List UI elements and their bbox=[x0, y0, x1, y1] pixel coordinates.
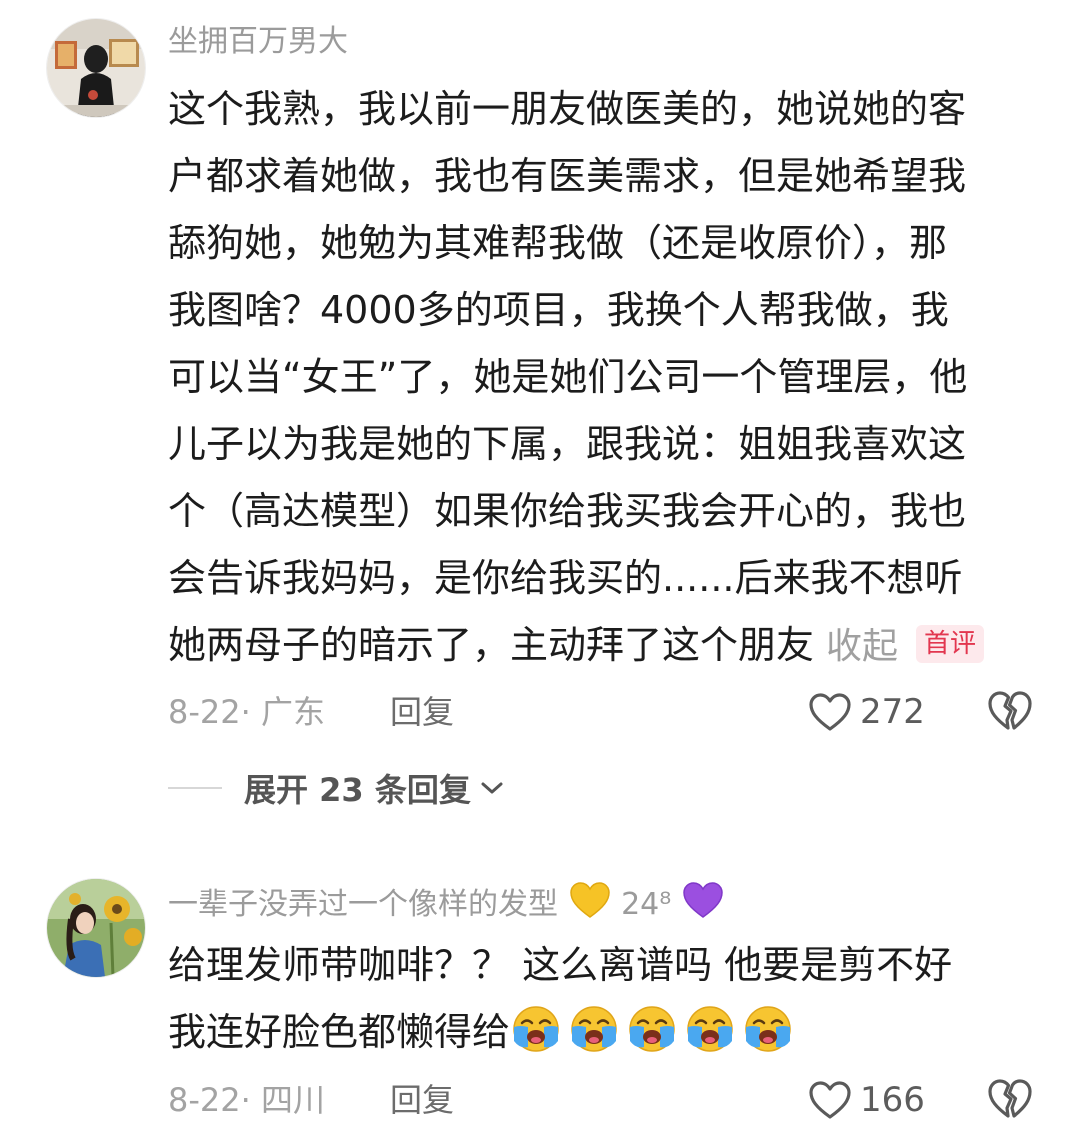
reply-button[interactable]: 回复 bbox=[390, 1076, 454, 1124]
username[interactable]: 一辈子没弄过一个像样的发型 bbox=[168, 887, 558, 922]
avatar[interactable] bbox=[46, 18, 146, 118]
like-button[interactable]: 166 bbox=[808, 1076, 925, 1124]
avatar[interactable] bbox=[46, 878, 146, 978]
comment-text: 这个我熟，我以前一朋友做医美的，她说她的客 户都求着她做，我也有医美需求，但是她… bbox=[168, 76, 1028, 679]
purple-heart-emoji bbox=[683, 882, 723, 918]
comment-line: 她两母子的暗示了，主动拜了这个朋友 bbox=[168, 623, 815, 667]
loudly-crying-face-emoji bbox=[513, 1006, 559, 1052]
loudly-crying-face-emoji bbox=[571, 1006, 617, 1052]
comment-line: 这个我熟，我以前一朋友做医美的，她说她的客 bbox=[168, 87, 967, 131]
username-row: 一辈子没弄过一个像样的发型 24⁸ bbox=[168, 880, 725, 927]
yellow-heart-emoji bbox=[569, 882, 610, 918]
dislike-button[interactable] bbox=[986, 688, 1034, 736]
broken-heart-outline-icon bbox=[988, 1079, 1032, 1118]
comment-line-last: 她两母子的暗示了，主动拜了这个朋友 收起 首评 bbox=[168, 612, 1028, 679]
chevron-down-icon bbox=[481, 782, 503, 794]
comment-text: 给理发师带咖啡？？ 这么离谱吗 他要是剪不好 我连好脸色都懒得给 bbox=[168, 932, 1028, 1066]
comment-item: 坐拥百万男大 这个我熟，我以前一朋友做医美的，她说她的客 户都求着她做，我也有医… bbox=[0, 0, 1080, 830]
comment-line: 户都求着她做，我也有医美需求，但是她希望我 bbox=[168, 154, 967, 198]
heart-outline-icon bbox=[809, 1081, 851, 1119]
username[interactable]: 坐拥百万男大 bbox=[168, 20, 348, 64]
first-comment-badge: 首评 bbox=[916, 625, 985, 663]
comment-meta: 8-22· 四川 bbox=[168, 1081, 325, 1119]
comment-meta: 8-22· 广东 bbox=[168, 693, 325, 731]
comment-line: 可以当“女王”了，她是她们公司一个管理层，他 bbox=[168, 355, 968, 399]
collapse-link[interactable]: 收起 bbox=[826, 626, 898, 667]
comment-line: 会告诉我妈妈，是你给我买的......后来我不想听 bbox=[168, 556, 963, 600]
comment-line: 舔狗她，她勉为其难帮我做（还是收原价），那 bbox=[168, 221, 948, 265]
comment-line: 给理发师带咖啡？？ 这么离谱吗 他要是剪不好 bbox=[168, 943, 953, 987]
divider bbox=[168, 787, 222, 789]
like-count: 272 bbox=[860, 692, 925, 732]
comment-line: 个（高达模型）如果你给我买我会开心的，我也 bbox=[168, 489, 967, 533]
broken-heart-outline-icon bbox=[988, 691, 1032, 730]
loudly-crying-face-emoji bbox=[745, 1006, 791, 1052]
like-button[interactable]: 272 bbox=[808, 688, 925, 736]
emoji-group bbox=[510, 1006, 800, 1054]
loudly-crying-face-emoji bbox=[687, 1006, 733, 1052]
loudly-crying-face-emoji bbox=[629, 1006, 675, 1052]
comment-line: 我连好脸色都懒得给 bbox=[168, 1010, 511, 1054]
user-level: 24⁸ bbox=[621, 887, 672, 922]
expand-replies[interactable]: 展开 23 条回复 bbox=[168, 764, 505, 812]
dislike-button[interactable] bbox=[986, 1076, 1034, 1124]
comment-line-last: 我连好脸色都懒得给 bbox=[168, 999, 1028, 1066]
expand-replies-label[interactable]: 展开 23 条回复 bbox=[244, 765, 471, 811]
comment-line: 儿子以为我是她的下属，跟我说：姐姐我喜欢这 bbox=[168, 422, 967, 466]
like-count: 166 bbox=[860, 1080, 925, 1120]
reply-button[interactable]: 回复 bbox=[390, 688, 454, 736]
comment-line: 我图啥？4000多的项目，我换个人帮我做，我 bbox=[168, 288, 949, 332]
comment-item: 一辈子没弄过一个像样的发型 24⁸ 给理发师带咖啡？？ 这么离谱吗 他要是剪不好… bbox=[0, 870, 1080, 1141]
heart-outline-icon bbox=[809, 693, 851, 731]
